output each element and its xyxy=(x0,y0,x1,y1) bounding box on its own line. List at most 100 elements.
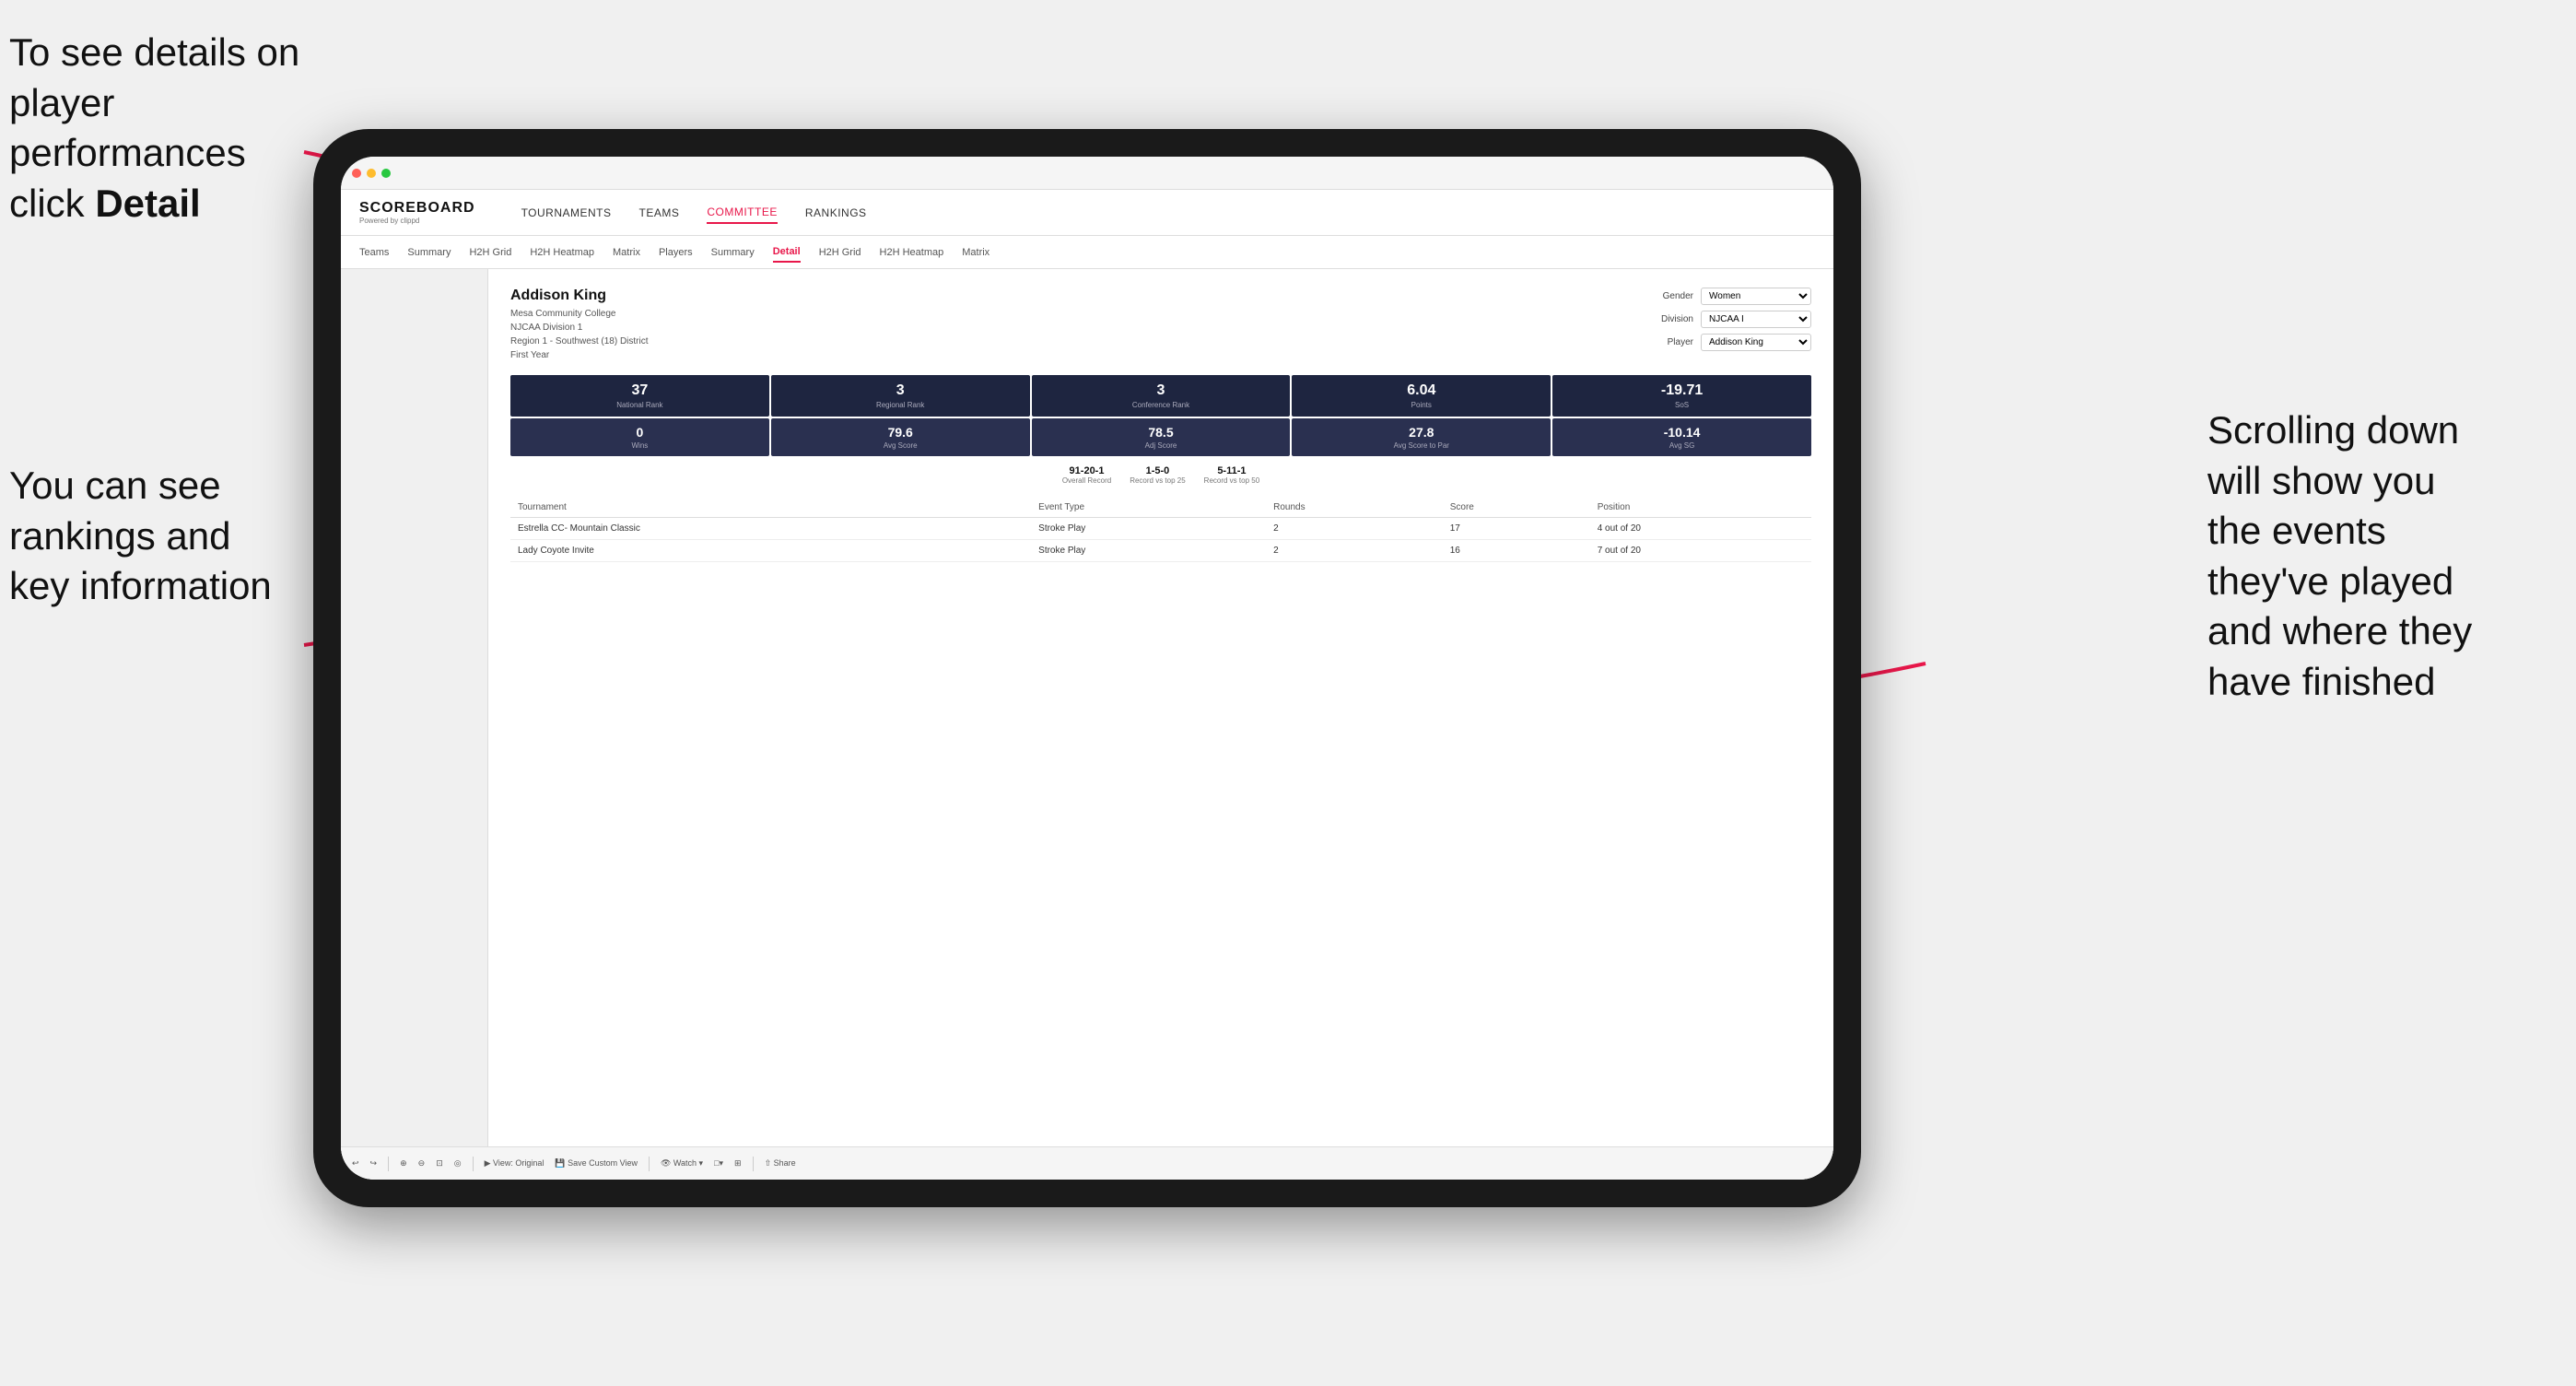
stat-cell-2: 0Wins xyxy=(510,418,769,456)
rounds: 2 xyxy=(1266,540,1443,562)
event-type: Stroke Play xyxy=(1031,518,1266,540)
nav-teams[interactable]: TEAMS xyxy=(639,203,680,223)
browser-chrome xyxy=(341,157,1833,190)
player-select[interactable]: Addison King xyxy=(1701,334,1811,351)
logo-title: SCOREBOARD xyxy=(359,200,475,217)
toolbar-save-custom[interactable]: 💾 Save Custom View xyxy=(555,1158,638,1169)
browser-close-dot[interactable] xyxy=(352,169,361,178)
content-panel: Addison King Mesa Community College NJCA… xyxy=(488,269,1833,1146)
toolbar-share[interactable]: ⇧ Share xyxy=(765,1158,796,1169)
stat-cell-2: 27.8Avg Score to Par xyxy=(1292,418,1551,456)
scoreboard-logo: SCOREBOARD Powered by clippd xyxy=(359,200,475,225)
stat-cell-2: 79.6Avg Score xyxy=(771,418,1030,456)
toolbar-zoom-in[interactable]: ⊕ xyxy=(400,1158,407,1169)
nav-tournaments[interactable]: TOURNAMENTS xyxy=(521,203,612,223)
tablet-device: SCOREBOARD Powered by clippd TOURNAMENTS… xyxy=(313,129,1861,1207)
toolbar-view-original[interactable]: ▶ View: Original xyxy=(485,1158,544,1169)
nav-rankings[interactable]: RANKINGS xyxy=(805,203,867,223)
sub-nav-teams[interactable]: Teams xyxy=(359,243,389,262)
top-nav: SCOREBOARD Powered by clippd TOURNAMENTS… xyxy=(341,190,1833,236)
sub-nav-matrix[interactable]: Matrix xyxy=(613,243,640,262)
player-header: Addison King Mesa Community College NJCA… xyxy=(510,288,1811,362)
toolbar-sep-2 xyxy=(473,1157,474,1171)
stats-row-1: 37National Rank3Regional Rank3Conference… xyxy=(510,375,1811,417)
player-label: Player xyxy=(1647,337,1693,347)
division-control: Division NJCAA I NJCAA II xyxy=(1647,311,1811,328)
position: 4 out of 20 xyxy=(1590,518,1811,540)
gender-control: Gender Women Men xyxy=(1647,288,1811,305)
toolbar-redo[interactable]: ↪ xyxy=(370,1158,378,1169)
sub-nav-h2h-grid2[interactable]: H2H Grid xyxy=(819,243,861,262)
main-area: Addison King Mesa Community College NJCA… xyxy=(341,269,1833,1146)
player-division: NJCAA Division 1 xyxy=(510,321,649,335)
toolbar-refresh[interactable]: ◎ xyxy=(454,1158,462,1169)
toolbar-zoom-out[interactable]: ⊖ xyxy=(418,1158,426,1169)
record-item: 1-5-0Record vs top 25 xyxy=(1130,465,1185,485)
toolbar-sep-3 xyxy=(649,1157,650,1171)
toolbar-fit[interactable]: ⊡ xyxy=(436,1158,443,1169)
tournament-name: Lady Coyote Invite xyxy=(510,540,1031,562)
logo-subtitle: Powered by clippd xyxy=(359,217,475,225)
side-panel xyxy=(341,269,488,1146)
table-header: Tournament xyxy=(510,498,1031,518)
gender-select[interactable]: Women Men xyxy=(1701,288,1811,305)
stat-cell: 37National Rank xyxy=(510,375,769,417)
tournament-name: Estrella CC- Mountain Classic xyxy=(510,518,1031,540)
events-table: TournamentEvent TypeRoundsScorePosition … xyxy=(510,498,1811,562)
nav-committee[interactable]: COMMITTEE xyxy=(707,202,778,224)
player-name: Addison King xyxy=(510,288,649,304)
table-header: Position xyxy=(1590,498,1811,518)
sub-nav-summary[interactable]: Summary xyxy=(407,243,451,262)
division-select[interactable]: NJCAA I NJCAA II xyxy=(1701,311,1811,328)
annotation-bottom-left: You can see rankings and key information xyxy=(9,461,322,612)
toolbar-watch[interactable]: 👁 Watch ▾ xyxy=(661,1158,703,1169)
table-row[interactable]: Estrella CC- Mountain Classic Stroke Pla… xyxy=(510,518,1811,540)
stat-cell-2: 78.5Adj Score xyxy=(1032,418,1291,456)
table-header: Event Type xyxy=(1031,498,1266,518)
player-school: Mesa Community College xyxy=(510,307,649,321)
sub-nav-h2h-heatmap[interactable]: H2H Heatmap xyxy=(530,243,594,262)
table-header: Score xyxy=(1443,498,1590,518)
bottom-toolbar: ↩ ↪ ⊕ ⊖ ⊡ ◎ ▶ View: Original 💾 Save Cust… xyxy=(341,1146,1833,1180)
sub-nav-h2h-heatmap2[interactable]: H2H Heatmap xyxy=(880,243,944,262)
player-controls: Gender Women Men Division NJCAA I xyxy=(1647,288,1811,362)
record-item: 5-11-1Record vs top 50 xyxy=(1204,465,1259,485)
gender-label: Gender xyxy=(1647,291,1693,301)
event-type: Stroke Play xyxy=(1031,540,1266,562)
rounds: 2 xyxy=(1266,518,1443,540)
player-region: Region 1 - Southwest (18) District xyxy=(510,335,649,348)
table-header: Rounds xyxy=(1266,498,1443,518)
player-year: First Year xyxy=(510,348,649,362)
sub-nav: Teams Summary H2H Grid H2H Heatmap Matri… xyxy=(341,236,1833,269)
sub-nav-matrix2[interactable]: Matrix xyxy=(962,243,989,262)
player-control: Player Addison King xyxy=(1647,334,1811,351)
annotation-top-left: To see details on player performances cl… xyxy=(9,28,359,229)
toolbar-screen[interactable]: □▾ xyxy=(714,1158,723,1169)
app-content: SCOREBOARD Powered by clippd TOURNAMENTS… xyxy=(341,190,1833,1180)
score: 17 xyxy=(1443,518,1590,540)
browser-maximize-dot[interactable] xyxy=(381,169,391,178)
tablet-screen: SCOREBOARD Powered by clippd TOURNAMENTS… xyxy=(341,157,1833,1180)
stat-cell-2: -10.14Avg SG xyxy=(1552,418,1811,456)
division-label: Division xyxy=(1647,314,1693,324)
sub-nav-players[interactable]: Players xyxy=(659,243,693,262)
table-row[interactable]: Lady Coyote Invite Stroke Play 2 16 7 ou… xyxy=(510,540,1811,562)
position: 7 out of 20 xyxy=(1590,540,1811,562)
annotation-right: Scrolling down will show you the events … xyxy=(2207,405,2558,708)
stat-cell: 6.04Points xyxy=(1292,375,1551,417)
stats-row-2: 0Wins79.6Avg Score78.5Adj Score27.8Avg S… xyxy=(510,418,1811,456)
toolbar-sep-4 xyxy=(753,1157,754,1171)
browser-minimize-dot[interactable] xyxy=(367,169,376,178)
player-info: Addison King Mesa Community College NJCA… xyxy=(510,288,649,362)
sub-nav-h2h-grid[interactable]: H2H Grid xyxy=(469,243,511,262)
toolbar-grid[interactable]: ⊞ xyxy=(734,1158,742,1169)
stat-cell: 3Conference Rank xyxy=(1032,375,1291,417)
stat-cell: -19.71SoS xyxy=(1552,375,1811,417)
score: 16 xyxy=(1443,540,1590,562)
toolbar-undo[interactable]: ↩ xyxy=(352,1158,359,1169)
toolbar-sep-1 xyxy=(388,1157,389,1171)
sub-nav-detail[interactable]: Detail xyxy=(773,242,801,263)
sub-nav-summary2[interactable]: Summary xyxy=(711,243,755,262)
record-item: 91-20-1Overall Record xyxy=(1062,465,1111,485)
record-row: 91-20-1Overall Record 1-5-0Record vs top … xyxy=(510,465,1811,485)
